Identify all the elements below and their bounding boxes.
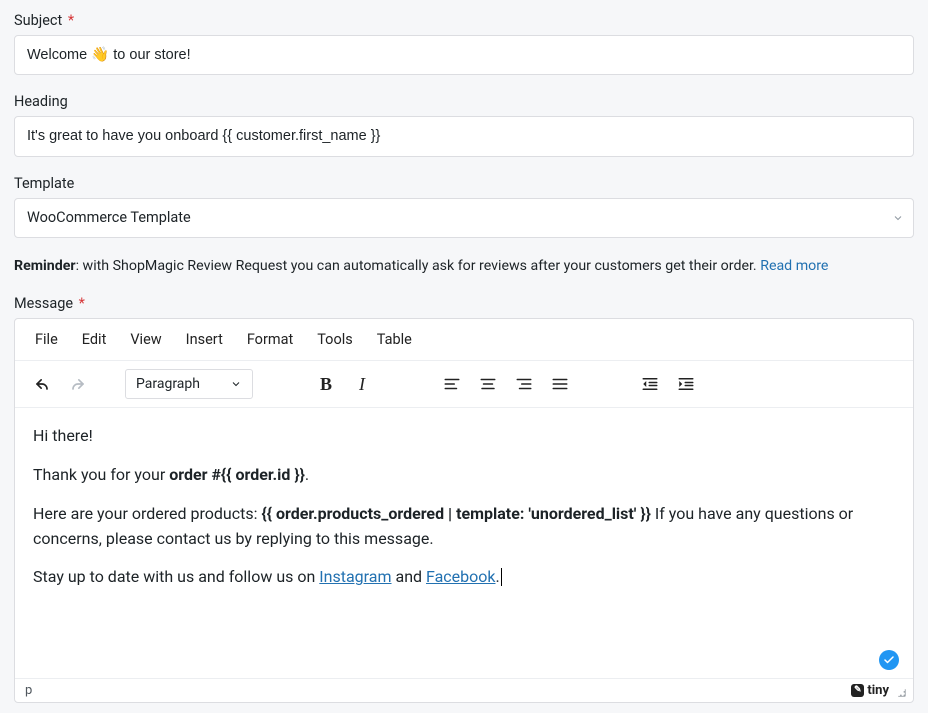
redo-icon bbox=[68, 374, 88, 394]
message-label-text: Message bbox=[14, 295, 73, 312]
indent-icon bbox=[677, 375, 695, 393]
reminder-text: Reminder: with ShopMagic Review Request … bbox=[14, 256, 914, 277]
menu-tools[interactable]: Tools bbox=[307, 325, 363, 354]
bold-button[interactable]: B bbox=[309, 367, 343, 401]
subject-input[interactable] bbox=[14, 35, 914, 75]
text-caret bbox=[501, 568, 502, 586]
template-field: Template WooCommerce Template bbox=[14, 175, 914, 238]
align-justify-button[interactable] bbox=[543, 367, 577, 401]
menu-table[interactable]: Table bbox=[367, 325, 422, 354]
bold-icon: B bbox=[320, 374, 332, 395]
tiny-brand[interactable]: ✎ tiny bbox=[851, 683, 889, 698]
align-justify-icon bbox=[551, 375, 569, 393]
italic-icon: I bbox=[359, 374, 365, 395]
editor-menubar: File Edit View Insert Format Tools Table bbox=[15, 319, 913, 361]
menu-view[interactable]: View bbox=[120, 325, 171, 354]
rich-text-editor: File Edit View Insert Format Tools Table… bbox=[14, 318, 914, 703]
undo-icon bbox=[32, 374, 52, 394]
subject-field: Subject * bbox=[14, 12, 914, 75]
menu-file[interactable]: File bbox=[25, 325, 68, 354]
redo-button[interactable] bbox=[61, 367, 95, 401]
required-mark: * bbox=[68, 12, 74, 29]
link-facebook[interactable]: Facebook bbox=[426, 567, 495, 586]
tiny-logo-icon: ✎ bbox=[851, 684, 864, 697]
template-select-value: WooCommerce Template bbox=[27, 209, 191, 226]
check-badge-icon bbox=[879, 650, 899, 670]
outdent-button[interactable] bbox=[633, 367, 667, 401]
link-instagram[interactable]: Instagram bbox=[319, 567, 391, 586]
italic-button[interactable]: I bbox=[345, 367, 379, 401]
body-paragraph: Hi there! bbox=[33, 424, 895, 449]
editor-content[interactable]: Hi there! Thank you for your order #{{ o… bbox=[15, 408, 913, 678]
menu-edit[interactable]: Edit bbox=[72, 325, 117, 354]
template-label: Template bbox=[14, 175, 914, 192]
heading-label: Heading bbox=[14, 93, 914, 110]
align-center-button[interactable] bbox=[471, 367, 505, 401]
indent-button[interactable] bbox=[669, 367, 703, 401]
chevron-down-icon bbox=[230, 378, 242, 390]
reminder-link[interactable]: Read more bbox=[760, 258, 828, 274]
status-path[interactable]: p bbox=[25, 683, 32, 698]
subject-label: Subject * bbox=[14, 12, 914, 29]
align-center-icon bbox=[479, 375, 497, 393]
message-label: Message * bbox=[14, 295, 914, 312]
align-right-icon bbox=[515, 375, 533, 393]
outdent-icon bbox=[641, 375, 659, 393]
subject-label-text: Subject bbox=[14, 12, 62, 29]
reminder-bold: Reminder bbox=[14, 258, 76, 274]
align-left-button[interactable] bbox=[435, 367, 469, 401]
heading-field: Heading bbox=[14, 93, 914, 156]
resize-handle-icon[interactable] bbox=[893, 684, 907, 698]
menu-format[interactable]: Format bbox=[237, 325, 303, 354]
align-right-button[interactable] bbox=[507, 367, 541, 401]
heading-input[interactable] bbox=[14, 116, 914, 156]
body-paragraph: Stay up to date with us and follow us on… bbox=[33, 565, 895, 590]
align-left-icon bbox=[443, 375, 461, 393]
body-paragraph: Here are your ordered products: {{ order… bbox=[33, 502, 895, 552]
required-mark: * bbox=[79, 295, 85, 312]
block-format-select[interactable]: Paragraph bbox=[125, 369, 253, 399]
undo-button[interactable] bbox=[25, 367, 59, 401]
block-format-value: Paragraph bbox=[136, 376, 200, 392]
menu-insert[interactable]: Insert bbox=[176, 325, 233, 354]
template-select[interactable]: WooCommerce Template bbox=[14, 198, 914, 238]
body-paragraph: Thank you for your order #{{ order.id }}… bbox=[33, 463, 895, 488]
tiny-brand-text: tiny bbox=[867, 683, 889, 698]
reminder-body: : with ShopMagic Review Request you can … bbox=[76, 258, 761, 274]
editor-statusbar: p ✎ tiny bbox=[15, 678, 913, 702]
editor-toolbar: Paragraph B I bbox=[15, 361, 913, 408]
message-field: Message * bbox=[14, 295, 914, 312]
